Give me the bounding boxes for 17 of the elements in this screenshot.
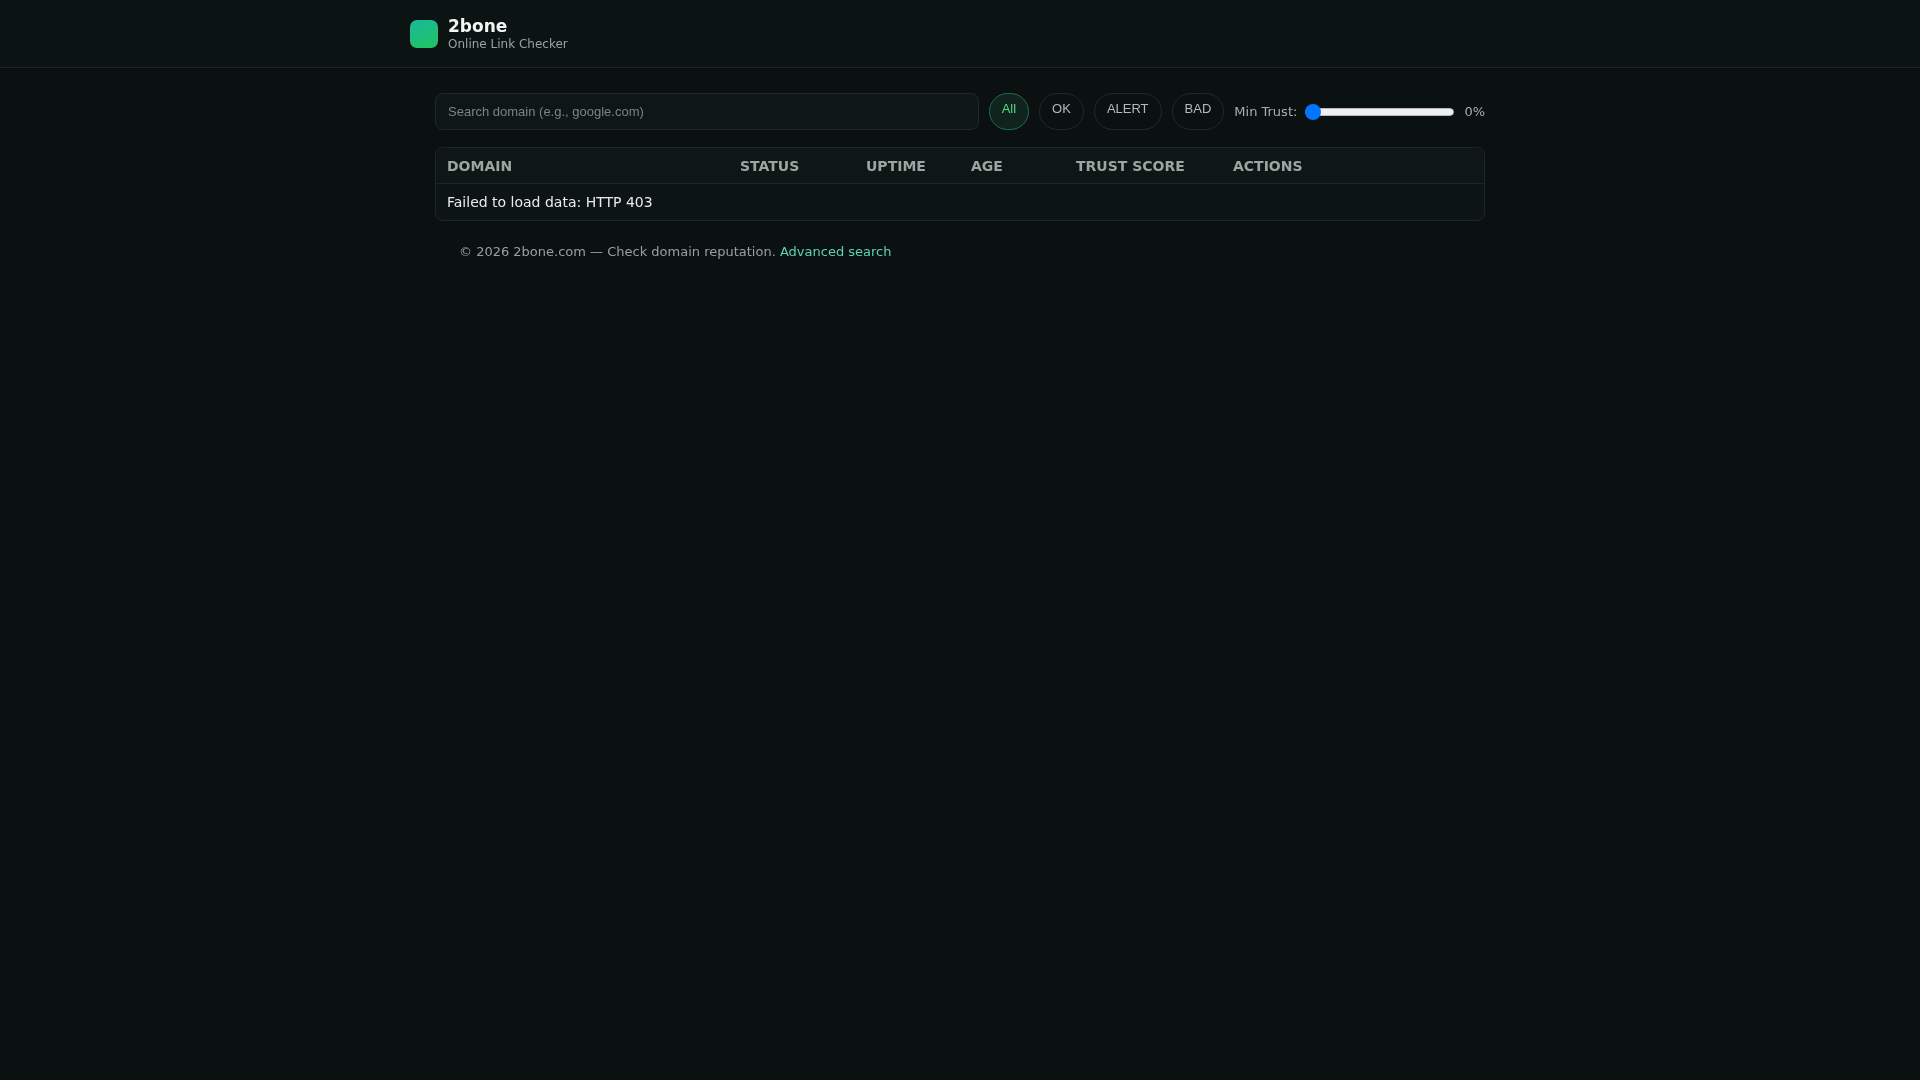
advanced-search-link[interactable]: Advanced search — [779, 244, 892, 259]
column-header: TRUST SCORE — [1076, 158, 1185, 174]
column-header: ACTIONS — [1233, 158, 1303, 174]
slider-thumb[interactable] — [1305, 103, 1322, 120]
trust-label: Min Trust: — [1234, 104, 1298, 119]
column-header: UPTIME — [866, 158, 926, 174]
column-header: AGE — [971, 158, 1003, 174]
search-field[interactable]: Search domain (e.g., google.com) — [435, 93, 979, 130]
column-header: STATUS — [740, 158, 800, 174]
filter-pill[interactable]: All — [988, 93, 1030, 130]
footer-text: © 2026 2bone.com — Check domain reputation. Advanced search — [459, 243, 892, 261]
logo-icon — [410, 19, 438, 48]
column-header: DOMAIN — [447, 158, 513, 174]
trust-reading: 0% — [1464, 104, 1485, 119]
brand-title: 2bone — [448, 15, 508, 37]
error-message: Failed to load data: HTTP 403 — [447, 194, 653, 210]
brand-tagline: Online Link Checker — [448, 36, 568, 52]
